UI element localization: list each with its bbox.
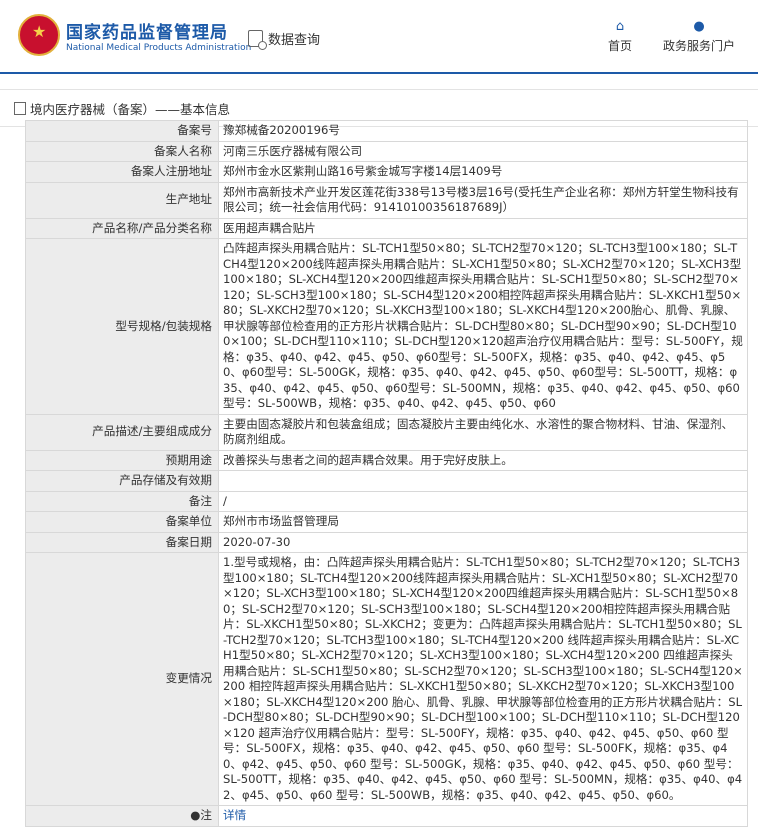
details-link[interactable]: 详情 <box>223 808 246 822</box>
field-label: 备注 <box>25 490 219 512</box>
breadcrumb-text: 境内医疗器械（备案）——基本信息 <box>30 101 231 117</box>
pin-icon: ● <box>190 808 201 822</box>
field-label: 备案单位 <box>25 511 219 533</box>
field-value: 郑州市高新技术产业开发区莲花街338号13号楼3层16号(受托生产企业名称：郑州… <box>218 181 748 219</box>
table-row: 备注 / <box>25 490 748 512</box>
table-row: 预期用途 改善探头与患者之间的超声耦合效果。用于完好皮肤上。 <box>25 449 748 471</box>
field-label: 产品描述/主要组成成分 <box>25 413 219 451</box>
nav-service-label: 政务服务门户 <box>663 39 736 53</box>
field-label: 备案号 <box>25 120 219 142</box>
field-value: 郑州市金水区紫荆山路16号紫金城写字楼14层1409号 <box>218 161 748 183</box>
user-icon: ● <box>693 19 705 34</box>
book-icon <box>14 101 26 115</box>
field-value: 郑州市市场监督管理局 <box>218 511 748 533</box>
table-row: 备案人注册地址 郑州市金水区紫荆山路16号紫金城写字楼14层1409号 <box>25 161 748 183</box>
top-header: 国家药品监督管理局 National Medical Products Admi… <box>0 0 758 74</box>
table-row: 型号规格/包装规格 凸阵超声探头用耦合贴片：SL-TCH1型50×80；SL-TC… <box>25 238 748 415</box>
field-value: 医用超声耦合贴片 <box>218 217 748 239</box>
field-value <box>218 470 748 492</box>
table-row: 备案单位 郑州市市场监督管理局 <box>25 511 748 533</box>
field-value: 改善探头与患者之间的超声耦合效果。用于完好皮肤上。 <box>218 449 748 471</box>
field-value: / <box>218 490 748 512</box>
field-value: 豫郑械备20200196号 <box>218 120 748 142</box>
field-label: 备案人注册地址 <box>25 161 219 183</box>
table-row: 产品存储及有效期 <box>25 470 748 492</box>
table-row: 备案日期 2020-07-30 <box>25 531 748 553</box>
field-label: 备案人名称 <box>25 140 219 162</box>
nav-home-label: 首页 <box>608 39 633 53</box>
field-label: 生产地址 <box>25 181 219 219</box>
data-query-label: 数据查询 <box>268 33 321 48</box>
document-search-icon <box>248 30 267 50</box>
field-value: 1.型号或规格，由：凸阵超声探头用耦合贴片：SL-TCH1型50×80；SL-T… <box>218 552 748 806</box>
field-label: 备案日期 <box>25 531 219 553</box>
table-row: 备案人名称 河南三乐医疗器械有限公司 <box>25 140 748 162</box>
brand-subtitle: National Medical Products Administration <box>66 43 252 53</box>
data-query-link[interactable]: 数据查询 <box>248 29 321 50</box>
brand-title[interactable]: 国家药品监督管理局 <box>66 18 228 43</box>
field-value: 主要由固态凝胶片和包装盒组成；固态凝胶片主要由纯化水、水溶性的聚合物材料、甘油、… <box>218 413 748 451</box>
nav-service-portal[interactable]: ● 政务服务门户 <box>663 20 735 54</box>
field-label: 变更情况 <box>25 552 219 806</box>
nav-home[interactable]: ⌂ 首页 <box>608 20 632 54</box>
field-label: 产品存储及有效期 <box>25 470 219 492</box>
note-label-cell: ●注 <box>25 805 219 827</box>
field-value: 凸阵超声探头用耦合贴片：SL-TCH1型50×80；SL-TCH2型70×120… <box>218 238 748 415</box>
field-value: 2020-07-30 <box>218 531 748 553</box>
note-label: 注 <box>200 808 212 822</box>
table-row: 产品描述/主要组成成分 主要由固态凝胶片和包装盒组成；固态凝胶片主要由纯化水、水溶… <box>25 413 748 451</box>
field-label: 预期用途 <box>25 449 219 471</box>
field-label: 产品名称/产品分类名称 <box>25 217 219 239</box>
field-label: 型号规格/包装规格 <box>25 238 219 415</box>
note-value-cell: 详情 <box>218 805 748 827</box>
field-value: 河南三乐医疗器械有限公司 <box>218 140 748 162</box>
home-icon: ⌂ <box>615 19 625 34</box>
table-row: ●注 详情 <box>25 805 748 827</box>
nmpa-emblem-icon[interactable] <box>18 14 60 56</box>
table-row: 备案号 豫郑械备20200196号 <box>25 120 748 142</box>
record-detail-table: 备案号 豫郑械备20200196号 备案人名称 河南三乐医疗器械有限公司 备案人注册… <box>25 120 748 827</box>
table-row: 产品名称/产品分类名称 医用超声耦合贴片 <box>25 217 748 239</box>
table-row: 变更情况 1.型号或规格，由：凸阵超声探头用耦合贴片：SL-TCH1型50×80；… <box>25 552 748 806</box>
table-row: 生产地址 郑州市高新技术产业开发区莲花街338号13号楼3层16号(受托生产企业名… <box>25 181 748 219</box>
